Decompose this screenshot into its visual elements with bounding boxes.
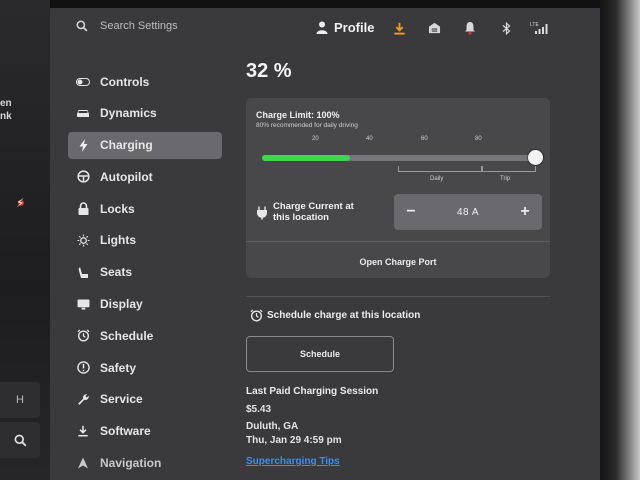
sidebar-item-label: Safety: [100, 360, 137, 375]
sidebar-item-lights[interactable]: Lights: [68, 227, 222, 254]
download-icon[interactable]: [392, 21, 406, 35]
sidebar-item-dynamics[interactable]: Dynamics: [68, 100, 222, 127]
charge-limit-subtitle: 80% recommended for daily driving: [256, 122, 358, 129]
hold-button[interactable]: H: [0, 382, 40, 418]
sidebar-item-label: Locks: [100, 201, 135, 216]
last-session-amount: $5.43: [246, 404, 272, 415]
top-bar: Profile LTE: [50, 8, 600, 50]
alarm-clock-icon: [76, 329, 90, 343]
schedule-here-link[interactable]: Schedule charge at this location: [250, 309, 420, 322]
charge-current-value: 48 A: [456, 206, 480, 218]
slider-tick-label: 80: [475, 136, 482, 142]
profile-button[interactable]: Profile: [316, 20, 374, 35]
bolt-icon: ⚡: [16, 196, 25, 210]
sidebar-item-display[interactable]: Display: [68, 291, 222, 318]
search-icon: [76, 20, 88, 32]
sidebar-item-label: Software: [100, 424, 151, 439]
last-session-time: Thu, Jan 29 4:59 pm: [246, 435, 342, 446]
bell-icon[interactable]: [463, 21, 477, 35]
search-input[interactable]: [100, 20, 250, 32]
steering-wheel-icon: [76, 170, 90, 184]
bolt-icon: [76, 138, 90, 152]
person-icon: [316, 21, 328, 34]
charge-limit-slider-thumb[interactable]: [528, 150, 543, 165]
toggle-icon: [76, 75, 90, 89]
divider: [246, 296, 550, 297]
sidebar-item-safety[interactable]: Safety: [68, 354, 222, 381]
sidebar-item-locks[interactable]: Locks: [68, 195, 222, 222]
trip-range-bracket: [482, 166, 536, 172]
lock-icon: [76, 202, 90, 216]
decrease-current-button[interactable]: −: [404, 203, 418, 221]
slider-tick-label: 40: [366, 136, 373, 142]
profile-label: Profile: [334, 20, 375, 35]
trip-zone-label: Trip: [500, 176, 511, 182]
sidebar-item-label: Schedule: [100, 328, 154, 343]
current-charge-fill: [262, 155, 350, 161]
sidebar-item-label: Display: [100, 297, 143, 312]
peek-text: en: [0, 98, 12, 109]
charge-limit-slider[interactable]: [262, 150, 543, 165]
schedule-here-label: Schedule charge at this location: [267, 310, 421, 321]
slider-tick-label: 20: [312, 136, 319, 142]
sun-icon: [76, 233, 90, 247]
sidebar-item-controls[interactable]: Controls: [68, 68, 222, 95]
sidebar-item-service[interactable]: Service: [68, 386, 222, 413]
sidebar-item-label: Lights: [100, 233, 136, 248]
seat-icon: [76, 265, 90, 279]
download-icon: [76, 424, 90, 438]
bluetooth-icon[interactable]: [499, 21, 513, 35]
slider-tick-label: 60: [421, 136, 428, 142]
daily-range-bracket: [398, 166, 482, 172]
charge-current-label: Charge Current at this location: [273, 201, 354, 223]
sidebar-item-label: Navigation: [100, 456, 162, 471]
alarm-clock-icon: [250, 309, 263, 322]
display-icon: [76, 297, 90, 311]
sidebar-item-label: Autopilot: [100, 169, 153, 184]
car-icon: [76, 106, 90, 120]
sidebar-item-label: Controls: [100, 74, 150, 89]
background-left-panel: en nk ⚡ H: [0, 0, 50, 480]
settings-screen: Profile LTE Controls Dynamics: [50, 8, 600, 480]
sidebar-item-label: Service: [100, 392, 143, 407]
divider: [246, 241, 550, 242]
charge-limit-card: Charge Limit: 100% 80% recommended for d…: [246, 98, 550, 278]
charge-current-stepper: − 48 A +: [394, 194, 542, 230]
screen-bezel: [50, 0, 600, 8]
garage-icon[interactable]: [427, 21, 441, 35]
background-right-panel: [600, 0, 640, 480]
hold-icon: H: [16, 394, 24, 406]
sidebar-item-seats[interactable]: Seats: [68, 259, 222, 286]
charge-plug-icon: [257, 206, 267, 220]
daily-zone-label: Daily: [430, 176, 444, 182]
search-bar[interactable]: [76, 20, 250, 32]
navigation-arrow-icon: [76, 456, 90, 470]
sidebar-item-navigation[interactable]: Navigation: [68, 450, 222, 477]
search-button[interactable]: [0, 422, 40, 458]
last-session-title: Last Paid Charging Session: [246, 386, 379, 397]
sidebar-item-autopilot[interactable]: Autopilot: [68, 163, 222, 190]
sidebar-item-charging[interactable]: Charging: [68, 131, 222, 159]
sidebar-item-label: Charging: [100, 138, 153, 153]
sidebar-item-label: Dynamics: [100, 106, 157, 121]
sidebar-item-label: Seats: [100, 265, 133, 280]
supercharging-tips-link[interactable]: Supercharging Tips: [246, 456, 340, 467]
settings-sidebar: Controls Dynamics Charging Autopilot Loc…: [68, 68, 222, 480]
sidebar-item-schedule[interactable]: Schedule: [68, 322, 222, 349]
lte-label: LTE: [530, 22, 539, 28]
wrench-icon: [76, 392, 90, 406]
open-charge-port-button[interactable]: Open Charge Port: [246, 248, 550, 276]
increase-current-button[interactable]: +: [518, 203, 532, 221]
info-icon: [76, 361, 90, 375]
charge-limit-title: Charge Limit: 100%: [256, 110, 340, 120]
lte-signal-icon: LTE: [530, 21, 550, 35]
last-session-location: Duluth, GA: [246, 421, 299, 432]
charging-panel: 32 % Charge Limit: 100% 80% recommended …: [246, 60, 556, 467]
sidebar-item-software[interactable]: Software: [68, 418, 222, 445]
battery-percent: 32 %: [246, 60, 292, 82]
peek-text: nk: [0, 111, 12, 122]
search-icon: [14, 434, 26, 446]
schedule-button[interactable]: Schedule: [246, 336, 394, 372]
